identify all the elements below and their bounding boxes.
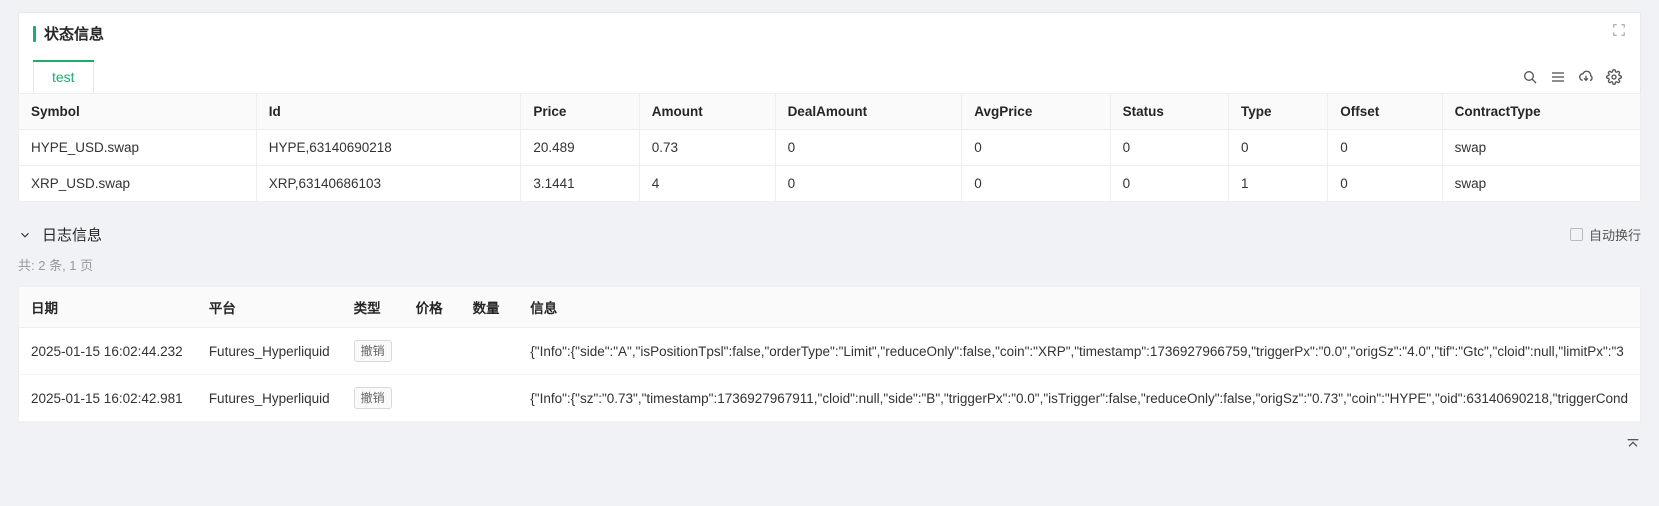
gear-icon[interactable] (1606, 69, 1622, 85)
status-panel: 状态信息 test Symbol Id Price Am (18, 12, 1641, 202)
log-cell-type: 撤销 (342, 328, 404, 375)
log-col-platform: 平台 (197, 287, 342, 328)
log-cell-date: 2025-01-15 16:02:44.232 (19, 328, 197, 375)
status-panel-title: 状态信息 (33, 23, 104, 44)
title-accent-bar (33, 26, 36, 42)
fullscreen-icon[interactable] (1612, 23, 1626, 37)
col-dealamount: DealAmount (775, 94, 962, 130)
log-row: 2025-01-15 16:02:42.981Futures_Hyperliqu… (19, 375, 1640, 422)
table-cell: 0.73 (639, 130, 775, 166)
status-toolbar (1522, 69, 1626, 85)
log-table-scroll[interactable]: 日期 平台 类型 价格 数量 信息 2025-01-15 16:02:44.23… (18, 286, 1641, 423)
table-cell: 0 (775, 166, 962, 202)
log-table: 日期 平台 类型 价格 数量 信息 2025-01-15 16:02:44.23… (19, 287, 1640, 422)
table-cell: 1 (1229, 166, 1328, 202)
table-cell: 20.489 (521, 130, 639, 166)
log-col-price: 价格 (404, 287, 461, 328)
log-cell-amount (461, 328, 519, 375)
status-panel-header: 状态信息 (19, 13, 1640, 54)
log-col-amount: 数量 (461, 287, 519, 328)
autowrap-label: 自动换行 (1589, 225, 1641, 244)
log-cell-type: 撤销 (342, 375, 404, 422)
footer (0, 431, 1659, 463)
log-panel-header: 日志信息 自动换行 (18, 220, 1641, 255)
col-offset: Offset (1328, 94, 1442, 130)
table-cell: 3.1441 (521, 166, 639, 202)
table-cell: swap (1442, 166, 1640, 202)
col-id: Id (256, 94, 521, 130)
log-col-type: 类型 (342, 287, 404, 328)
table-cell: 0 (1110, 166, 1228, 202)
col-contracttype: ContractType (1442, 94, 1640, 130)
menu-icon[interactable] (1550, 69, 1566, 85)
table-cell: 0 (775, 130, 962, 166)
log-cell-date: 2025-01-15 16:02:42.981 (19, 375, 197, 422)
download-cloud-icon[interactable] (1578, 69, 1594, 85)
log-cell-platform: Futures_Hyperliquid (197, 328, 342, 375)
log-col-date: 日期 (19, 287, 197, 328)
table-cell: 0 (1328, 166, 1442, 202)
log-cell-platform: Futures_Hyperliquid (197, 375, 342, 422)
chevron-down-icon[interactable] (18, 228, 32, 242)
col-status: Status (1110, 94, 1228, 130)
table-cell: 0 (1229, 130, 1328, 166)
log-cell-info: {"Info":{"side":"A","isPositionTpsl":fal… (518, 328, 1640, 375)
col-price: Price (521, 94, 639, 130)
col-amount: Amount (639, 94, 775, 130)
table-cell: 4 (639, 166, 775, 202)
col-avgprice: AvgPrice (962, 94, 1110, 130)
table-cell: XRP_USD.swap (19, 166, 257, 202)
log-cell-info: {"Info":{"sz":"0.73","timestamp":1736927… (518, 375, 1640, 422)
table-cell: 0 (1328, 130, 1442, 166)
table-cell: HYPE_USD.swap (19, 130, 257, 166)
log-panel: 日志信息 自动换行 共: 2 条, 1 页 日期 平台 类型 价格 数量 信息 … (18, 220, 1641, 423)
tab-test-label: test (52, 69, 75, 85)
cancel-button[interactable]: 撤销 (354, 340, 392, 362)
log-col-info: 信息 (518, 287, 1640, 328)
log-cell-price (404, 328, 461, 375)
table-cell: 0 (1110, 130, 1228, 166)
table-cell: swap (1442, 130, 1640, 166)
log-title-text: 日志信息 (42, 224, 102, 245)
table-cell: 0 (962, 130, 1110, 166)
autowrap-checkbox[interactable] (1570, 228, 1583, 241)
log-cell-price (404, 375, 461, 422)
table-cell: 0 (962, 166, 1110, 202)
status-title-text: 状态信息 (44, 23, 104, 44)
log-summary: 共: 2 条, 1 页 (18, 255, 1641, 286)
scroll-to-top-icon[interactable] (1625, 437, 1641, 453)
log-row: 2025-01-15 16:02:44.232Futures_Hyperliqu… (19, 328, 1640, 375)
cancel-button[interactable]: 撤销 (354, 387, 392, 409)
table-row: HYPE_USD.swapHYPE,6314069021820.4890.730… (19, 130, 1641, 166)
table-cell: XRP,63140686103 (256, 166, 521, 202)
col-symbol: Symbol (19, 94, 257, 130)
status-tabs-row: test (19, 60, 1640, 93)
search-icon[interactable] (1522, 69, 1538, 85)
tab-test[interactable]: test (33, 60, 94, 93)
col-type: Type (1229, 94, 1328, 130)
status-table: Symbol Id Price Amount DealAmount AvgPri… (18, 93, 1641, 202)
table-cell: HYPE,63140690218 (256, 130, 521, 166)
log-cell-amount (461, 375, 519, 422)
table-row: XRP_USD.swapXRP,631406861033.1441400010s… (19, 166, 1641, 202)
